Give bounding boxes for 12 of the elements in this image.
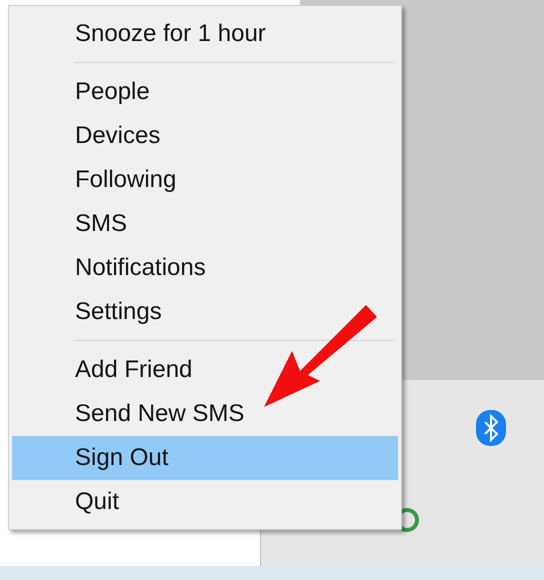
menu-item[interactable]: Add Friend (12, 348, 398, 392)
menu-item[interactable]: Following (12, 158, 398, 202)
menu-item[interactable]: Devices (12, 114, 398, 158)
menu-item[interactable]: Settings (12, 290, 398, 334)
menu-item[interactable]: Sign Out (12, 436, 398, 480)
menu-item[interactable]: Notifications (12, 246, 398, 290)
menu-item[interactable]: Quit (12, 480, 398, 524)
menu-item[interactable]: People (12, 70, 398, 114)
menu-item[interactable]: SMS (12, 202, 398, 246)
menu-item[interactable]: Snooze for 1 hour (12, 12, 398, 56)
menu-item[interactable]: Send New SMS (12, 392, 398, 436)
bluetooth-icon (476, 410, 506, 446)
